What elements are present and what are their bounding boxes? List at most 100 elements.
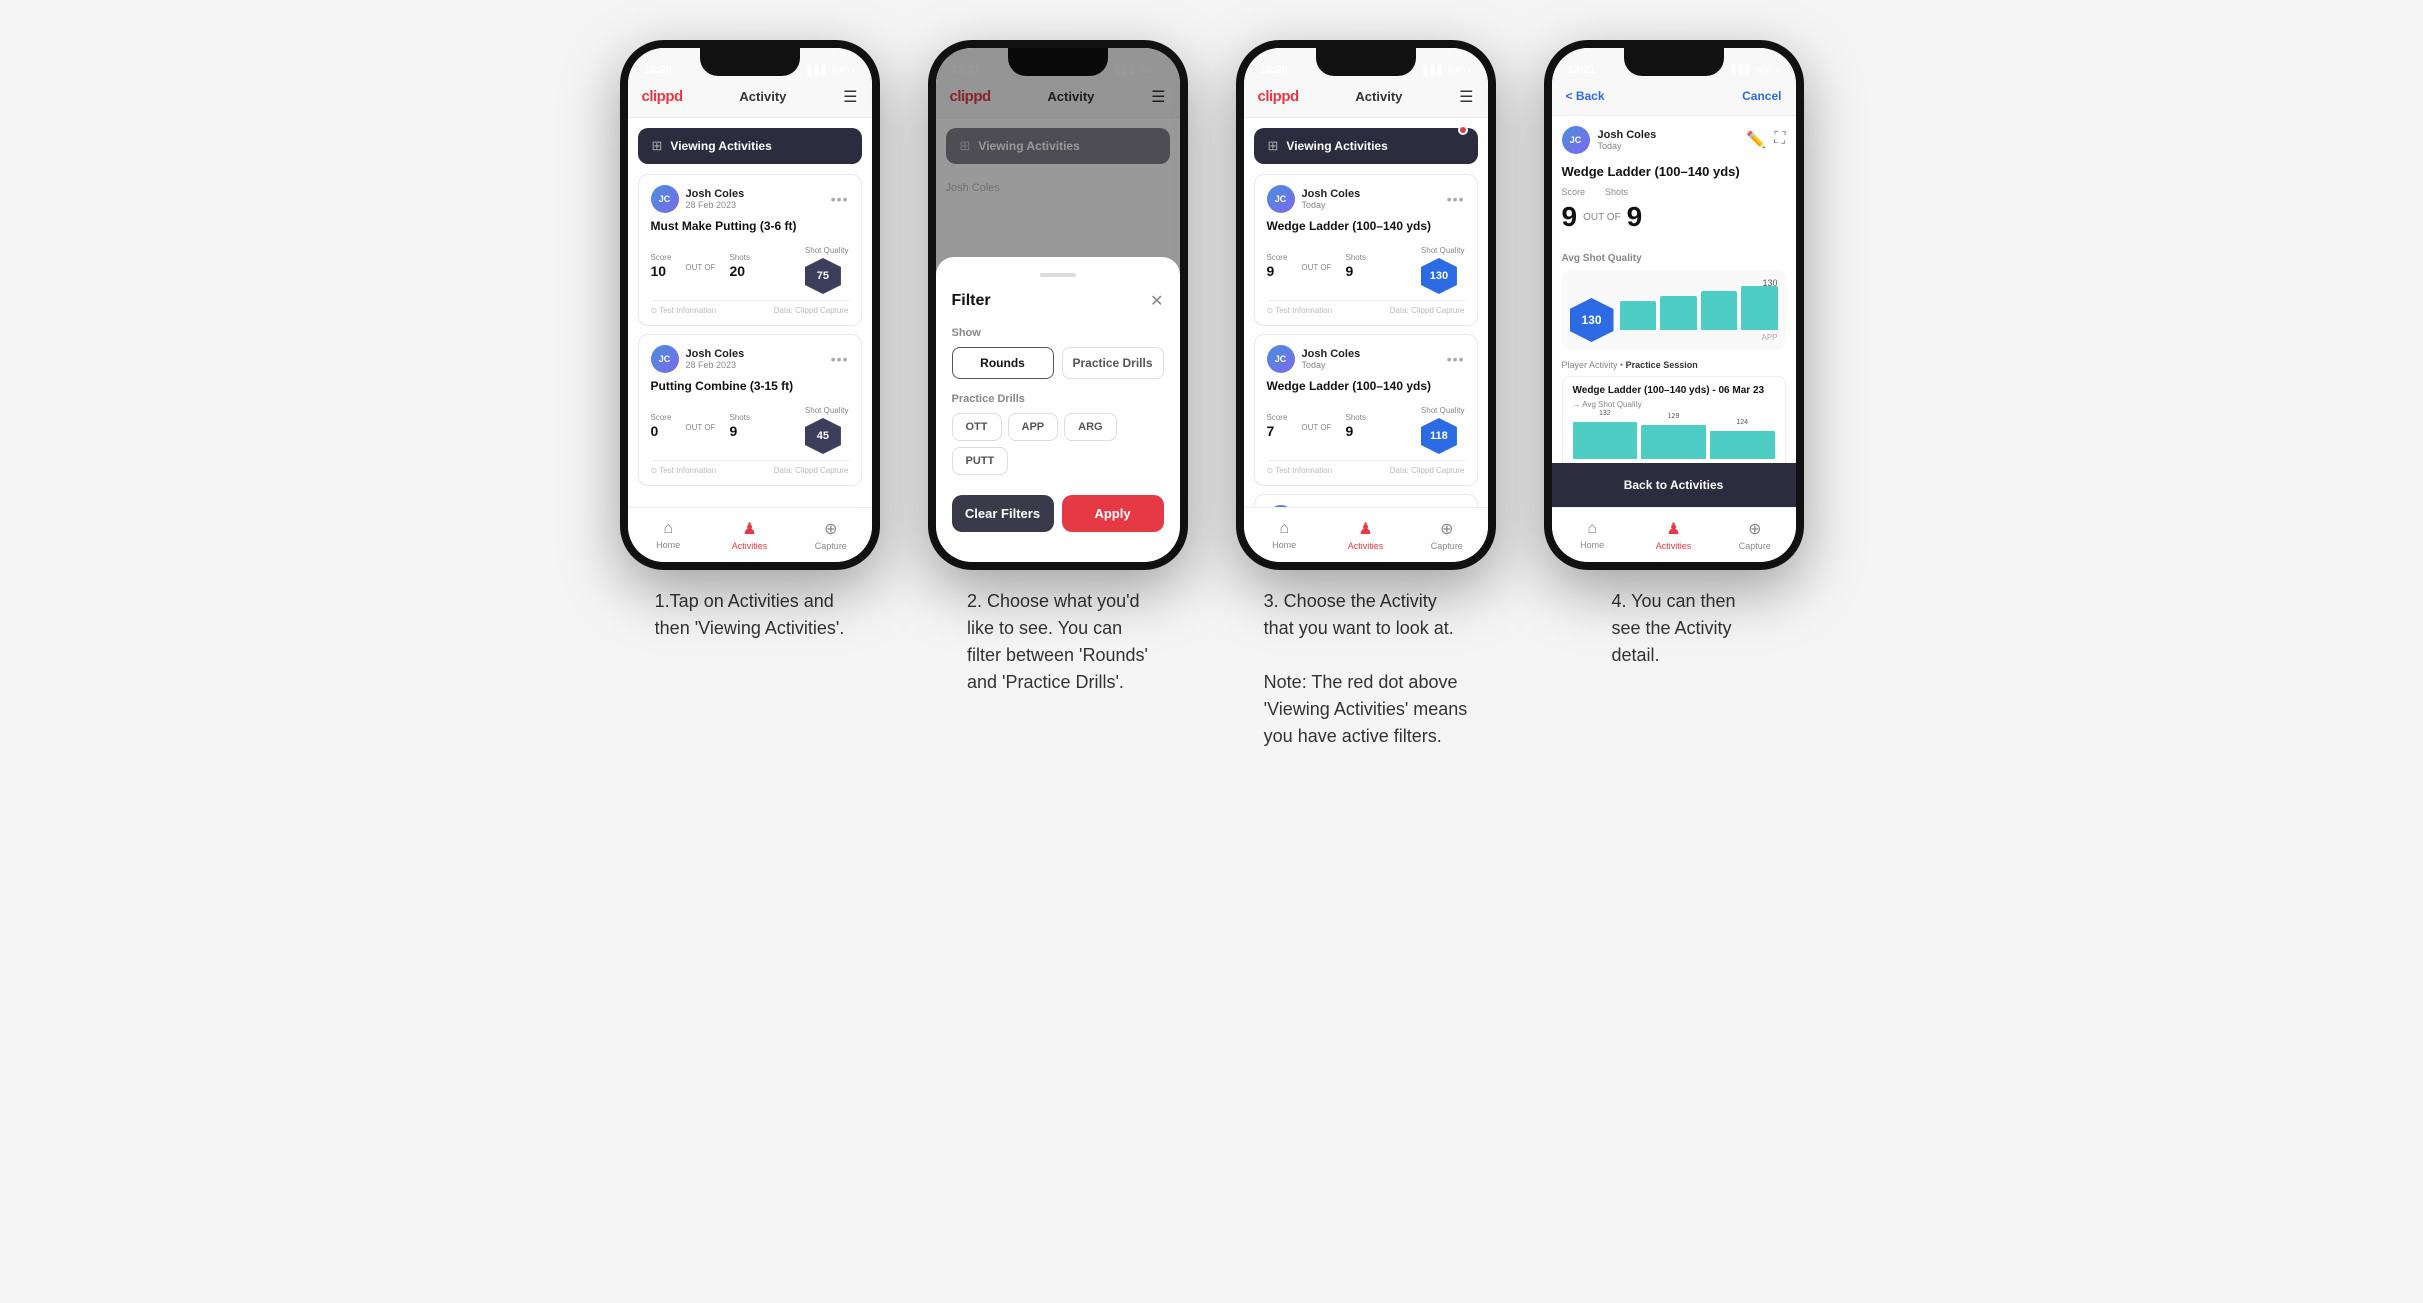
menu-icon[interactable]: ☰ (843, 87, 857, 107)
ott-btn[interactable]: OTT (952, 413, 1002, 441)
wifi-icon-3: WiFi (1447, 65, 1465, 75)
cancel-btn[interactable]: Cancel (1742, 89, 1781, 103)
activity-card-1[interactable]: JC Josh Coles 28 Feb 2023 ••• Must Make … (638, 174, 862, 326)
card-4-user: JC Josh Coles Today (1267, 345, 1361, 373)
putt-btn[interactable]: PUTT (952, 447, 1009, 475)
activity-card-4[interactable]: JC Josh Coles Today ••• Wedge Ladder (10… (1254, 334, 1478, 486)
modal-header: Filter ✕ (952, 291, 1164, 311)
desc-3: 3. Choose the Activity that you want to … (1264, 588, 1468, 750)
arg-btn[interactable]: ARG (1064, 413, 1116, 441)
expand-icon[interactable]: ⛶ (1774, 130, 1785, 150)
phone-4-screen: 13:21 ▋▋▋ WiFi ▪ < Back Cancel (1552, 48, 1796, 562)
card-2-footer: ⊙ Test Information Data: Clippd Capture (651, 460, 849, 475)
phone-3-notch (1316, 48, 1416, 76)
filter-icon-3: ⊞ (1268, 138, 1279, 154)
stats-row-3: Score 9 OUT OF Shots 9 Shot Quality 130 (1267, 240, 1465, 294)
nav-activities-4[interactable]: ♟ Activities (1633, 508, 1714, 562)
menu-icon-3[interactable]: ☰ (1459, 87, 1473, 107)
more-dots-2[interactable]: ••• (831, 351, 849, 367)
battery-icon: ▪ (852, 65, 855, 75)
nav-activities-label-1: Activities (732, 541, 768, 551)
mini-bar-3: 124 (1710, 431, 1775, 459)
footer-left-4: ⊙ Test Information (1267, 466, 1333, 475)
sq-col-labels: Score Shots (1562, 187, 1740, 197)
modal-handle (1040, 273, 1076, 277)
phone-4-time: 13:21 (1568, 64, 1596, 76)
shots-label-2: Shots (729, 413, 749, 422)
nav-home-3[interactable]: ⌂ Home (1244, 508, 1325, 562)
detail-score: 9 (1562, 201, 1578, 233)
outof-4: OUT OF (1301, 423, 1331, 432)
sq-label-4: Shot Quality (1421, 406, 1465, 415)
home-icon: ⌂ (663, 520, 673, 538)
score-stat-4: Score 7 (1267, 413, 1288, 441)
sq-label-1: Shot Quality (805, 246, 849, 255)
phone-1-col: 13:20 ▋▋▋ WiFi ▪ clippd Activity ☰ ⊞ V (610, 40, 890, 642)
outof-3: OUT OF (1301, 263, 1331, 272)
capture-icon: ⊕ (824, 519, 837, 539)
nav-home-4[interactable]: ⌂ Home (1552, 508, 1633, 562)
wifi-icon: WiFi (831, 65, 849, 75)
nav-activities-3[interactable]: ♟ Activities (1325, 508, 1406, 562)
more-dots-1[interactable]: ••• (831, 191, 849, 207)
viewing-banner-1[interactable]: ⊞ Viewing Activities (638, 128, 862, 164)
title-score-row: Wedge Ladder (100–140 yds) Score Shots 9… (1562, 164, 1786, 245)
detail-content: JC Josh Coles Today ✏️ ⛶ (1552, 116, 1796, 512)
footer-left-1: ⊙ Test Information (651, 306, 717, 315)
sq-container-2: Shot Quality 45 (805, 400, 849, 454)
sq-label-2: Shot Quality (805, 406, 849, 415)
back-to-activities-btn[interactable]: Back to Activities (1552, 463, 1796, 507)
detail-actions: ✏️ ⛶ (1746, 130, 1785, 150)
shots-stat-3: Shots 9 (1345, 253, 1365, 281)
clippd-logo: clippd (642, 88, 683, 105)
nav-capture-3[interactable]: ⊕ Capture (1406, 508, 1487, 562)
app-btn[interactable]: APP (1008, 413, 1059, 441)
signal-icon-3: ▋▋▋ (1424, 65, 1445, 76)
user-name-4: Josh Coles (1302, 348, 1361, 360)
shots-stat-2: Shots 9 (729, 413, 749, 441)
sq-hex-4: 118 (1421, 418, 1457, 454)
shots-stat-4: Shots 9 (1345, 413, 1365, 441)
card-2-user: JC Josh Coles 28 Feb 2023 (651, 345, 745, 373)
close-icon[interactable]: ✕ (1150, 291, 1163, 311)
card-1-user: JC Josh Coles 28 Feb 2023 (651, 185, 745, 213)
nav-home-label-3: Home (1272, 540, 1296, 550)
nav-capture-4[interactable]: ⊕ Capture (1714, 508, 1795, 562)
user-name-2: Josh Coles (686, 348, 745, 360)
phone-1-header-title: Activity (739, 89, 786, 104)
footer-right-1: Data: Clippd Capture (774, 306, 849, 315)
practice-drills-btn[interactable]: Practice Drills (1062, 347, 1164, 379)
drill-title-3: Wedge Ladder (100–140 yds) (1267, 219, 1465, 233)
nav-capture-1[interactable]: ⊕ Capture (790, 508, 871, 562)
clear-filters-btn[interactable]: Clear Filters (952, 495, 1054, 532)
nav-activities-1[interactable]: ♟ Activities (709, 508, 790, 562)
mini-bar-2: 129 (1641, 425, 1706, 460)
avg-sq-label: Avg Shot Quality (1562, 253, 1786, 264)
shots-value-1: 20 (729, 263, 745, 279)
nav-home-1[interactable]: ⌂ Home (628, 508, 709, 562)
rounds-btn[interactable]: Rounds (952, 347, 1054, 379)
more-dots-4[interactable]: ••• (1447, 351, 1465, 367)
bar-label-3: 124 (1736, 419, 1748, 426)
drill-types-row: OTT APP ARG PUTT (952, 413, 1164, 475)
more-dots-3[interactable]: ••• (1447, 191, 1465, 207)
stats-row-1: Score 10 OUT OF Shots 20 Shot Quality 75 (651, 240, 849, 294)
clippd-logo-3: clippd (1258, 88, 1299, 105)
phone-1-notch (700, 48, 800, 76)
sq-chart: 130 130 APP (1562, 270, 1786, 350)
phone-4-frame: 13:21 ▋▋▋ WiFi ▪ < Back Cancel (1544, 40, 1804, 570)
filter-toggle-row: Rounds Practice Drills (952, 347, 1164, 379)
bar-label-2: 129 (1668, 413, 1680, 420)
user-info-detail: Josh Coles Today (1598, 129, 1657, 151)
back-btn[interactable]: < Back (1566, 89, 1605, 103)
chart-bars-area: 130 APP (1620, 278, 1778, 342)
apply-btn[interactable]: Apply (1062, 495, 1164, 532)
activity-card-2[interactable]: JC Josh Coles 28 Feb 2023 ••• Putting Co… (638, 334, 862, 486)
activity-card-3[interactable]: JC Josh Coles Today ••• Wedge Ladder (10… (1254, 174, 1478, 326)
card-4-footer: ⊙ Test Information Data: Clippd Capture (1267, 460, 1465, 475)
capture-icon-3: ⊕ (1440, 519, 1453, 539)
avatar-1: JC (651, 185, 679, 213)
card-3-header: JC Josh Coles Today ••• (1267, 185, 1465, 213)
edit-icon[interactable]: ✏️ (1746, 130, 1766, 150)
viewing-banner-3[interactable]: ⊞ Viewing Activities (1254, 128, 1478, 164)
